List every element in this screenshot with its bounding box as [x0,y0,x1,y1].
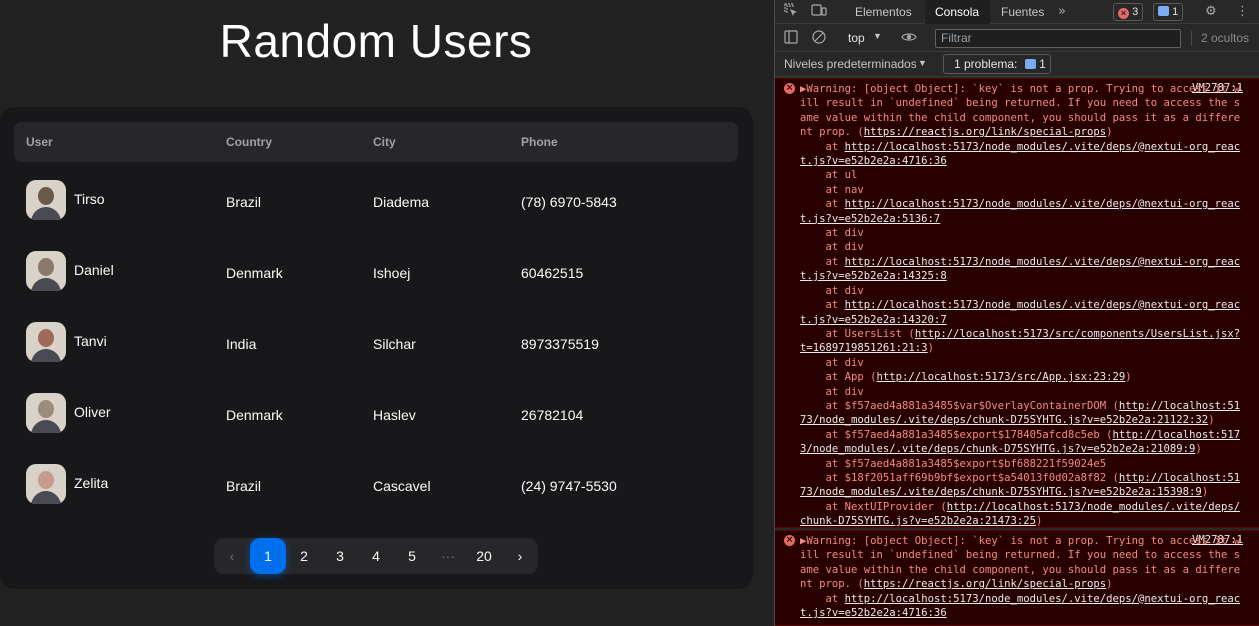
users-table: User Country City Phone Tirso Brazil Diade… [0,107,753,589]
live-expression-eye-icon[interactable] [901,25,917,52]
page-button-20[interactable]: 20 [466,538,502,574]
kebab-menu-icon[interactable]: ⋮ [1236,0,1249,24]
page-button-4[interactable]: 4 [358,538,394,574]
table-row[interactable]: Zelita Brazil Cascavel (24) 9747-5530 [14,463,738,534]
page-button-3[interactable]: 3 [322,538,358,574]
log-levels-dropdown[interactable]: Niveles predeterminados [784,57,917,71]
console-error-message: × VM2787:1 ▶Warning: [object Object]: `k… [775,78,1259,528]
user-city: Haslev [373,407,416,423]
context-dropdown-icon[interactable]: ▼ [873,31,882,41]
user-city: Ishoej [373,265,411,281]
clear-console-icon[interactable] [812,25,826,52]
message-icon [1158,6,1169,16]
console-toolbar: top ▼ Filtrar 2 ocultos [775,25,1259,52]
toolbar-divider [1191,31,1192,46]
inspect-element-icon[interactable] [784,0,798,24]
hidden-messages-count: 2 ocultos [1201,31,1250,45]
error-text: ▶Warning: [object Object]: `key` is not … [800,83,1241,528]
pagination: ‹ 1 2 3 4 5 ··· 20 › [214,538,538,574]
pagination-ellipsis[interactable]: ··· [430,538,466,574]
levels-bar: Niveles predeterminados ▼ 1 problema: 1 [775,52,1259,77]
user-city: Diadema [373,194,430,210]
user-country: Denmark [226,265,283,281]
error-count-badge[interactable]: × 3 [1113,3,1144,21]
page-button-1[interactable]: 1 [250,538,286,574]
error-text: ▶Warning: [object Object]: `key` is not … [800,535,1241,620]
error-count: 3 [1132,6,1139,18]
settings-gear-icon[interactable]: ⚙ [1205,0,1217,24]
user-country: Brazil [226,478,262,494]
table-header: User Country City Phone [14,122,738,162]
error-icon: × [784,83,795,94]
user-country: Brazil [226,194,262,210]
user-city: Cascavel [373,478,431,494]
column-header-phone: Phone [521,135,558,149]
prev-page-button[interactable]: ‹ [214,538,250,574]
devtools-panel: Elementos Consola Fuentes » × 3 1 ⚙ ⋮ to… [774,0,1259,626]
issues-label: 1 problema: [954,57,1018,71]
error-icon: × [784,535,795,546]
context-selector[interactable]: top [848,31,865,45]
user-phone: (78) 6970-5843 [521,194,617,210]
page-title: Random Users [219,15,533,67]
info-count: 1 [1172,6,1179,18]
avatar [26,322,66,362]
sidebar-toggle-icon[interactable] [784,25,798,52]
user-name: Oliver [74,404,111,420]
column-header-user: User [26,135,53,149]
table-row[interactable]: Tirso Brazil Diadema (78) 6970-5843 [14,179,738,250]
user-name: Tanvi [74,333,107,349]
info-count-badge[interactable]: 1 [1153,3,1184,21]
device-toolbar-icon[interactable] [811,0,827,24]
table-row[interactable]: Oliver Denmark Haslev 26782104 [14,392,738,463]
next-page-button[interactable]: › [502,538,538,574]
page-button-5[interactable]: 5 [394,538,430,574]
avatar [26,393,66,433]
user-name: Daniel [74,262,114,278]
tab-elementos[interactable]: Elementos [845,0,922,24]
more-tabs-icon[interactable]: » [1058,0,1066,24]
issues-count: 1 [1039,57,1046,71]
user-phone: (24) 9747-5530 [521,478,617,494]
column-header-city: City [373,135,396,149]
devtools-tabbar: Elementos Consola Fuentes » × 3 1 ⚙ ⋮ [775,0,1259,24]
user-city: Silchar [373,336,416,352]
user-country: India [226,336,257,352]
user-name: Tirso [74,191,105,207]
table-row[interactable]: Tanvi India Silchar 8973375519 [14,321,738,392]
column-header-country: Country [226,135,272,149]
user-phone: 60462515 [521,265,584,281]
avatar [26,180,66,220]
levels-dropdown-icon[interactable]: ▼ [918,58,927,68]
issue-icon [1024,59,1036,69]
user-phone: 8973375519 [521,336,599,352]
app-panel: Random Users User Country City Phone Tir… [0,0,774,626]
page-button-2[interactable]: 2 [286,538,322,574]
tab-consola[interactable]: Consola [925,0,990,24]
console-error-message: × VM2787:1 ▶Warning: [object Object]: `k… [775,530,1259,626]
error-icon: × [1118,8,1129,19]
user-name: Zelita [74,475,109,491]
user-phone: 26782104 [521,407,584,423]
tab-fuentes[interactable]: Fuentes [991,0,1054,24]
user-country: Denmark [226,407,283,423]
issues-button[interactable]: 1 problema: 1 [943,54,1051,74]
table-row[interactable]: Daniel Denmark Ishoej 60462515 [14,250,738,321]
avatar [26,464,66,504]
filter-input[interactable]: Filtrar [935,29,1181,48]
avatar [26,251,66,291]
